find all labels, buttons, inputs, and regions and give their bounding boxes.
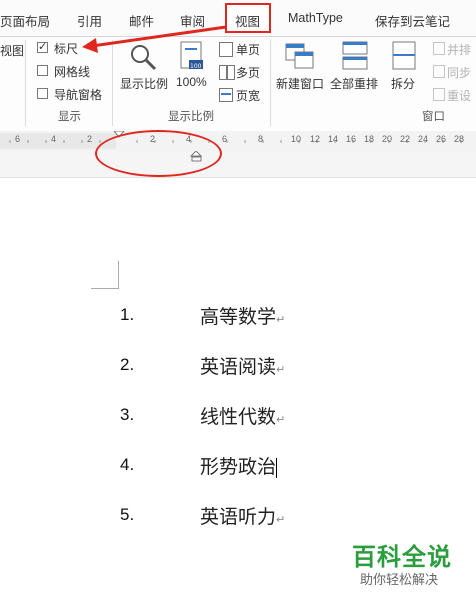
list-item-text[interactable]: 高等数学↵ bbox=[200, 302, 285, 329]
page-100-icon: 100 bbox=[180, 41, 203, 70]
ruler-label: 22 bbox=[400, 134, 411, 144]
nav-pane-checkbox[interactable] bbox=[37, 88, 48, 99]
reset-position-icon bbox=[433, 88, 445, 101]
sync-scroll-button[interactable]: 同步 bbox=[447, 64, 471, 81]
zoom-100-label[interactable]: 100% bbox=[176, 75, 207, 89]
arrange-all-button[interactable] bbox=[341, 40, 369, 72]
split-label[interactable]: 拆分 bbox=[391, 75, 415, 92]
window-group-label: 窗口 bbox=[422, 111, 445, 123]
list-item-text[interactable]: 英语听力↵ bbox=[200, 502, 285, 529]
text-caret bbox=[276, 457, 278, 478]
hanging-indent-marker-icon bbox=[189, 150, 203, 162]
margin-corner-mark bbox=[91, 261, 119, 289]
split-icon bbox=[392, 41, 416, 70]
ruler-checkbox-label[interactable]: 标尺 bbox=[54, 40, 78, 57]
list-item-text[interactable]: 英语阅读↵ bbox=[200, 352, 285, 379]
show-group-label: 显示 bbox=[58, 111, 81, 123]
ruler-label: 12 bbox=[310, 134, 321, 144]
tab-save-to-cloud-note[interactable]: 保存到云笔记 bbox=[375, 11, 450, 30]
arrange-all-icon bbox=[342, 41, 368, 70]
list-item-number: 4. bbox=[120, 455, 135, 474]
multi-page-icon-2 bbox=[227, 65, 235, 80]
ruler-label: 4 bbox=[51, 134, 57, 144]
new-window-icon bbox=[285, 43, 314, 69]
reset-position-button[interactable]: 重设 bbox=[447, 87, 471, 104]
views-group-partial-label[interactable]: 视图 bbox=[0, 42, 24, 59]
new-window-label[interactable]: 新建窗口 bbox=[276, 75, 324, 92]
magnifier-icon bbox=[131, 45, 157, 71]
one-page-button[interactable]: 单页 bbox=[236, 41, 260, 58]
list-item-text[interactable]: 线性代数↵ bbox=[200, 402, 285, 429]
tab-review[interactable]: 审阅 bbox=[180, 11, 205, 30]
zoom-100-button[interactable]: 100 bbox=[179, 41, 205, 73]
tab-view[interactable]: 视图 bbox=[235, 11, 260, 30]
watermark-title: 百科全说 bbox=[352, 543, 452, 571]
tab-page-layout[interactable]: 页面布局 bbox=[0, 11, 50, 30]
ribbon-separator bbox=[25, 40, 26, 126]
list-item-number: 3. bbox=[120, 405, 135, 424]
multi-page-icon bbox=[219, 65, 227, 80]
ribbon-separator bbox=[270, 40, 271, 126]
tab-mathtype[interactable]: MathType bbox=[288, 11, 343, 25]
ruler-label: 8 bbox=[258, 134, 264, 144]
zoom-button[interactable] bbox=[128, 42, 160, 72]
ruler-label: 24 bbox=[418, 134, 429, 144]
ruler-highlight-ellipse bbox=[95, 130, 222, 177]
page-width-icon bbox=[219, 88, 233, 102]
zoom-group-label: 显示比例 bbox=[168, 111, 214, 123]
horizontal-ruler[interactable]: 6 4 2 2 4 6 8 10 12 14 16 18 20 22 24 26… bbox=[0, 131, 476, 152]
side-by-side-icon bbox=[433, 42, 445, 55]
ruler-label: 6 bbox=[222, 134, 228, 144]
nav-pane-checkbox-label[interactable]: 导航窗格 bbox=[54, 86, 102, 103]
tab-references[interactable]: 引用 bbox=[77, 11, 102, 30]
gridlines-checkbox[interactable] bbox=[37, 65, 48, 76]
zoom-label[interactable]: 显示比例 bbox=[120, 75, 168, 92]
ribbon-separator bbox=[112, 40, 113, 126]
ruler-bottom-border bbox=[0, 177, 476, 178]
new-window-button[interactable] bbox=[285, 40, 315, 72]
ruler-label: 10 bbox=[291, 134, 302, 144]
tab-mailings[interactable]: 邮件 bbox=[129, 11, 154, 30]
ruler-indent-band bbox=[0, 150, 476, 177]
list-item-number: 5. bbox=[120, 505, 135, 524]
gridlines-checkbox-label[interactable]: 网格线 bbox=[54, 63, 90, 80]
ruler-label: 14 bbox=[328, 134, 339, 144]
ruler-label: 2 bbox=[87, 134, 93, 144]
ruler-label: 26 bbox=[436, 134, 447, 144]
arrange-all-label[interactable]: 全部重排 bbox=[330, 75, 378, 92]
watermark-subtitle: 助你轻松解决 bbox=[360, 573, 439, 588]
list-item-number: 1. bbox=[120, 305, 135, 324]
svg-text:100: 100 bbox=[190, 63, 202, 70]
ruler-label: 6 bbox=[15, 134, 21, 144]
page-width-button[interactable]: 页宽 bbox=[236, 87, 260, 104]
ruler-checkbox[interactable] bbox=[37, 40, 48, 53]
ribbon-tab-bar: 页面布局 引用 邮件 审阅 视图 MathType 保存到云笔记 bbox=[0, 0, 476, 36]
ruler-label: 18 bbox=[364, 134, 375, 144]
list-item-number: 2. bbox=[120, 355, 135, 374]
ruler-label: 28 bbox=[454, 134, 465, 144]
one-page-icon bbox=[219, 42, 233, 57]
ruler-label: 20 bbox=[382, 134, 393, 144]
ruler-label: 16 bbox=[346, 134, 357, 144]
side-by-side-button[interactable]: 并排 bbox=[447, 41, 471, 58]
split-button[interactable] bbox=[391, 40, 417, 72]
list-item-text[interactable]: 形势政治 bbox=[200, 452, 278, 479]
sync-scroll-icon bbox=[433, 65, 445, 78]
multi-page-button[interactable]: 多页 bbox=[236, 64, 260, 81]
